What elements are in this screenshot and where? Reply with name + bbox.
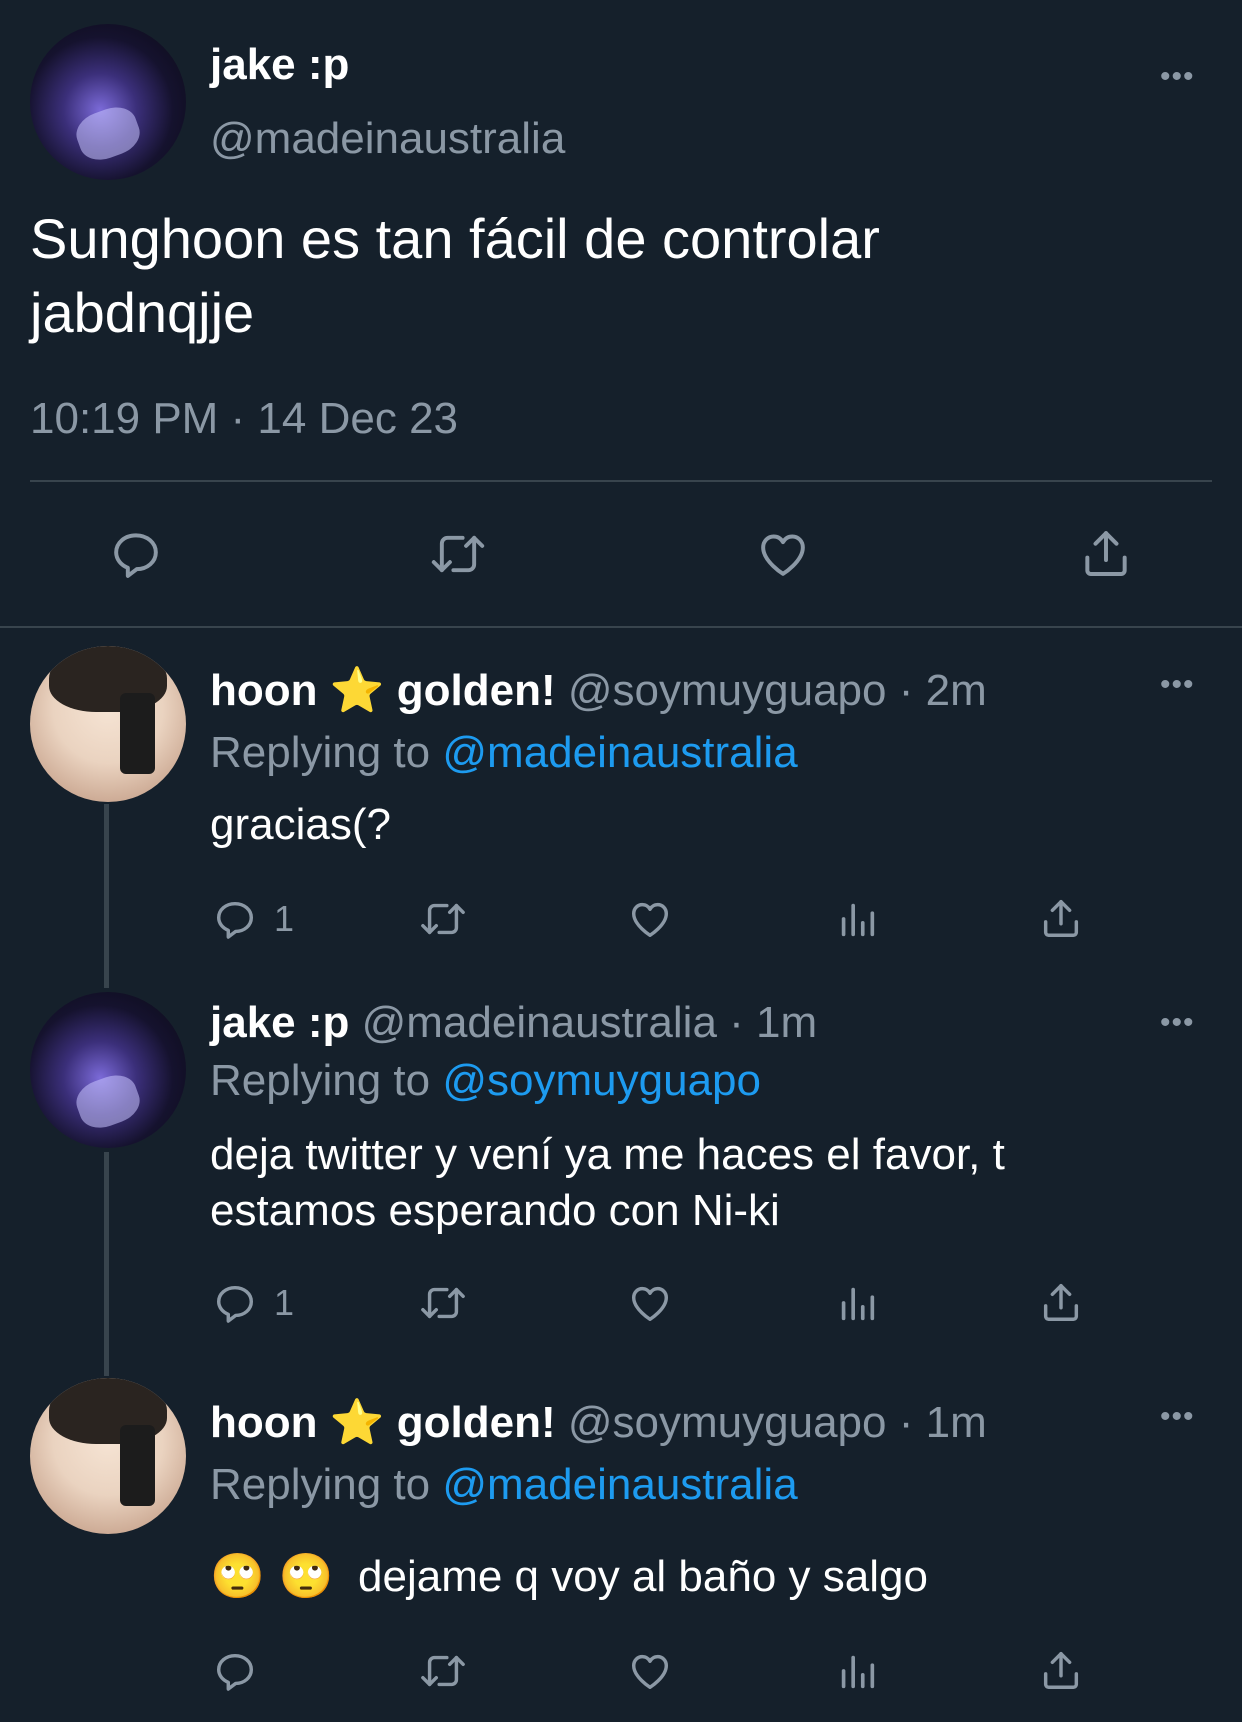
author-name-suffix[interactable]: golden!	[397, 666, 556, 715]
replying-to: Replying to @soymuyguapo	[210, 1056, 761, 1106]
reply-icon[interactable]	[212, 896, 258, 942]
author-name[interactable]: hoon	[210, 1398, 318, 1447]
main-tweet-text-line1: Sunghoon es tan fácil de controlar	[30, 207, 880, 270]
reply-count: 1	[274, 1282, 295, 1323]
author-handle[interactable]: @madeinaustralia	[362, 998, 717, 1047]
share-icon[interactable]	[1038, 1278, 1084, 1326]
author-handle[interactable]: @soymuyguapo	[568, 1398, 887, 1447]
like-icon[interactable]	[626, 1648, 674, 1694]
share-icon[interactable]	[1038, 1646, 1084, 1694]
reply-2-text-line2: estamos esperando con Ni-ki	[210, 1186, 780, 1235]
main-author-name[interactable]: jake :p	[210, 40, 349, 90]
avatar-hoon[interactable]	[30, 1378, 186, 1534]
avatar-image-detail	[70, 1068, 146, 1134]
avatar-hoon[interactable]	[30, 646, 186, 802]
avatar-image-detail	[120, 1424, 155, 1506]
main-tweet-timestamp[interactable]: 10:19 PM · 14 Dec 23	[30, 394, 458, 444]
retweet-icon[interactable]	[418, 1648, 468, 1694]
retweet-icon[interactable]	[428, 526, 488, 582]
thread-line	[104, 804, 109, 988]
author-name[interactable]: jake :p	[210, 998, 349, 1047]
reply-2-text-line1: deja twitter y vení ya me haces el favor…	[210, 1130, 1005, 1179]
replying-to: Replying to @madeinaustralia	[210, 1460, 798, 1510]
author-name[interactable]: hoon	[210, 666, 318, 715]
like-icon[interactable]	[754, 526, 812, 582]
reply-time[interactable]: · 1m	[899, 1398, 987, 1447]
replying-to-link[interactable]: @madeinaustralia	[442, 728, 797, 777]
views-icon[interactable]	[834, 1280, 880, 1326]
avatar-image-detail	[70, 100, 146, 166]
author-name-suffix[interactable]: golden!	[397, 1398, 556, 1447]
reply-1-text: gracias(?	[210, 800, 391, 849]
more-icon[interactable]: •••	[1160, 1402, 1195, 1432]
thread-line	[104, 1152, 109, 1376]
like-icon[interactable]	[626, 1280, 674, 1326]
star-emoji: ⭐	[329, 665, 385, 716]
avatar-image-detail	[120, 692, 155, 774]
avatar-jake[interactable]	[30, 24, 186, 180]
reply-icon[interactable]	[212, 1648, 258, 1694]
retweet-icon[interactable]	[418, 1280, 468, 1326]
replying-to: Replying to @madeinaustralia	[210, 728, 798, 778]
reply-count: 1	[274, 898, 295, 939]
replying-to-link[interactable]: @madeinaustralia	[442, 1460, 797, 1509]
replying-label: Replying to	[210, 728, 431, 777]
views-icon[interactable]	[834, 1648, 880, 1694]
reply-time[interactable]: · 1m	[729, 998, 817, 1047]
more-icon[interactable]: •••	[1160, 670, 1195, 700]
replying-to-link[interactable]: @soymuyguapo	[442, 1056, 761, 1105]
main-author-handle[interactable]: @madeinaustralia	[210, 114, 565, 164]
avatar-jake[interactable]	[30, 992, 186, 1148]
retweet-icon[interactable]	[418, 896, 468, 942]
reply-3-text: 🙄 🙄 dejame q voy al baño y salgo	[210, 1550, 928, 1602]
eye-roll-emoji: 🙄 🙄	[210, 1551, 334, 1602]
main-tweet-text-line2: jabdnqjje	[30, 281, 255, 344]
reply-3-text-body: dejame q voy al baño y salgo	[358, 1552, 928, 1601]
reply-2-header: jake :p @madeinaustralia · 1m	[210, 998, 817, 1048]
more-icon[interactable]: •••	[1160, 62, 1195, 92]
share-icon[interactable]	[1078, 524, 1134, 582]
more-icon[interactable]: •••	[1160, 1008, 1195, 1038]
views-icon[interactable]	[834, 896, 880, 942]
reply-icon[interactable]	[108, 526, 164, 582]
replying-label: Replying to	[210, 1056, 431, 1105]
author-handle[interactable]: @soymuyguapo	[568, 666, 887, 715]
reply-icon[interactable]	[212, 1280, 258, 1326]
replying-label: Replying to	[210, 1460, 431, 1509]
reply-1-header: hoon ⭐ golden! @soymuyguapo · 2m	[210, 664, 987, 716]
divider	[0, 626, 1242, 628]
share-icon[interactable]	[1038, 894, 1084, 942]
like-icon[interactable]	[626, 896, 674, 942]
reply-time[interactable]: · 2m	[899, 666, 987, 715]
reply-3-header: hoon ⭐ golden! @soymuyguapo · 1m	[210, 1396, 987, 1448]
star-emoji: ⭐	[329, 1397, 385, 1448]
divider	[30, 480, 1212, 482]
